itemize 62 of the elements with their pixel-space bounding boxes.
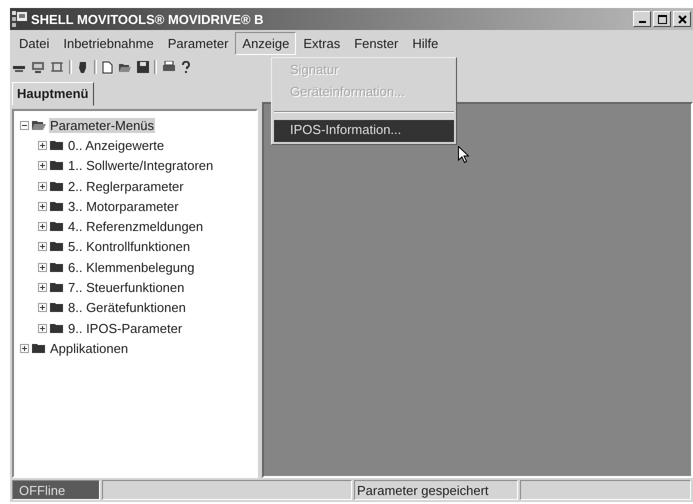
folder-icon — [50, 282, 64, 294]
minimize-icon — [638, 21, 646, 23]
minimize-button[interactable] — [633, 11, 651, 27]
folder-icon — [50, 322, 64, 334]
menu-item[interactable]: Inbetriebnahme — [56, 32, 161, 54]
folder-icon — [50, 241, 64, 252]
status-message: Parameter gespeichert — [354, 480, 518, 500]
tree-item[interactable]: Parameter-Menüs — [49, 118, 156, 133]
open-folder-icon — [32, 120, 46, 131]
monitor-icon[interactable] — [31, 61, 45, 73]
folder-icon — [50, 302, 64, 314]
menu-item[interactable]: Hilfe — [405, 32, 446, 54]
maximize-button[interactable] — [653, 11, 671, 27]
tree-item[interactable]: 0.. Anzeigewerte — [67, 138, 166, 153]
menu-item[interactable]: IPOS-Information... — [274, 120, 454, 142]
expand-icon[interactable] — [38, 324, 47, 333]
tree-item[interactable]: 1.. Sollwerte/Integratoren — [67, 158, 214, 174]
expand-icon[interactable] — [38, 202, 47, 211]
close-icon — [678, 14, 686, 24]
connection-status: OFFline — [12, 480, 100, 500]
tree-item[interactable]: 5.. Kontrollfunktionen — [67, 239, 192, 254]
menu-item[interactable]: Extras — [296, 32, 348, 54]
tree-item[interactable]: 6.. Klemmenbelegung — [67, 260, 196, 275]
tab[interactable]: Hauptmenü — [12, 82, 94, 106]
expand-icon[interactable] — [38, 222, 47, 232]
expand-icon[interactable] — [38, 242, 47, 252]
folder-icon — [50, 160, 64, 172]
expand-icon[interactable] — [20, 344, 29, 353]
folder-icon — [50, 262, 64, 273]
app-icon — [12, 11, 28, 27]
tree-item[interactable]: 7.. Steuerfunktionen — [67, 280, 186, 296]
close-button[interactable] — [673, 11, 691, 27]
collapse-icon[interactable] — [20, 120, 29, 130]
maximize-icon — [658, 14, 666, 24]
expand-icon[interactable] — [38, 161, 47, 170]
mouse-pointer-icon — [458, 146, 469, 163]
tree-item[interactable]: Applikationen — [49, 340, 130, 356]
folder-icon — [32, 342, 46, 354]
expand-icon[interactable] — [38, 303, 47, 312]
expand-icon[interactable] — [38, 262, 47, 272]
menu-item[interactable]: Parameter — [160, 32, 236, 54]
tree-item[interactable]: 3.. Motorparameter — [67, 198, 180, 214]
window-title: SHELL MOVITOOLS® MOVIDRIVE® B — [31, 12, 264, 26]
menu-item[interactable]: Datei — [12, 32, 56, 54]
open-folder-icon[interactable] — [118, 61, 132, 73]
tree-item[interactable]: 2.. Reglerparameter — [67, 178, 185, 194]
tree-item[interactable]: 9.. IPOS-Parameter — [67, 320, 184, 336]
save-icon[interactable] — [137, 61, 149, 73]
expand-icon[interactable] — [38, 182, 47, 191]
expand-icon[interactable] — [38, 283, 47, 292]
help-icon[interactable] — [181, 60, 191, 74]
printer-icon[interactable] — [162, 61, 176, 73]
folder-icon — [50, 140, 64, 151]
folder-icon — [50, 180, 64, 192]
expand-icon[interactable] — [38, 140, 47, 150]
new-file-icon[interactable] — [102, 60, 113, 74]
folder-icon — [50, 221, 64, 232]
menu-item[interactable]: Anzeige — [235, 32, 296, 54]
menu-item[interactable]: Fenster — [347, 32, 406, 54]
tree-item[interactable]: 4.. Referenzmeldungen — [67, 219, 204, 234]
folder-icon — [50, 200, 64, 212]
tree-item[interactable]: 8.. Gerätefunktionen — [67, 300, 187, 316]
